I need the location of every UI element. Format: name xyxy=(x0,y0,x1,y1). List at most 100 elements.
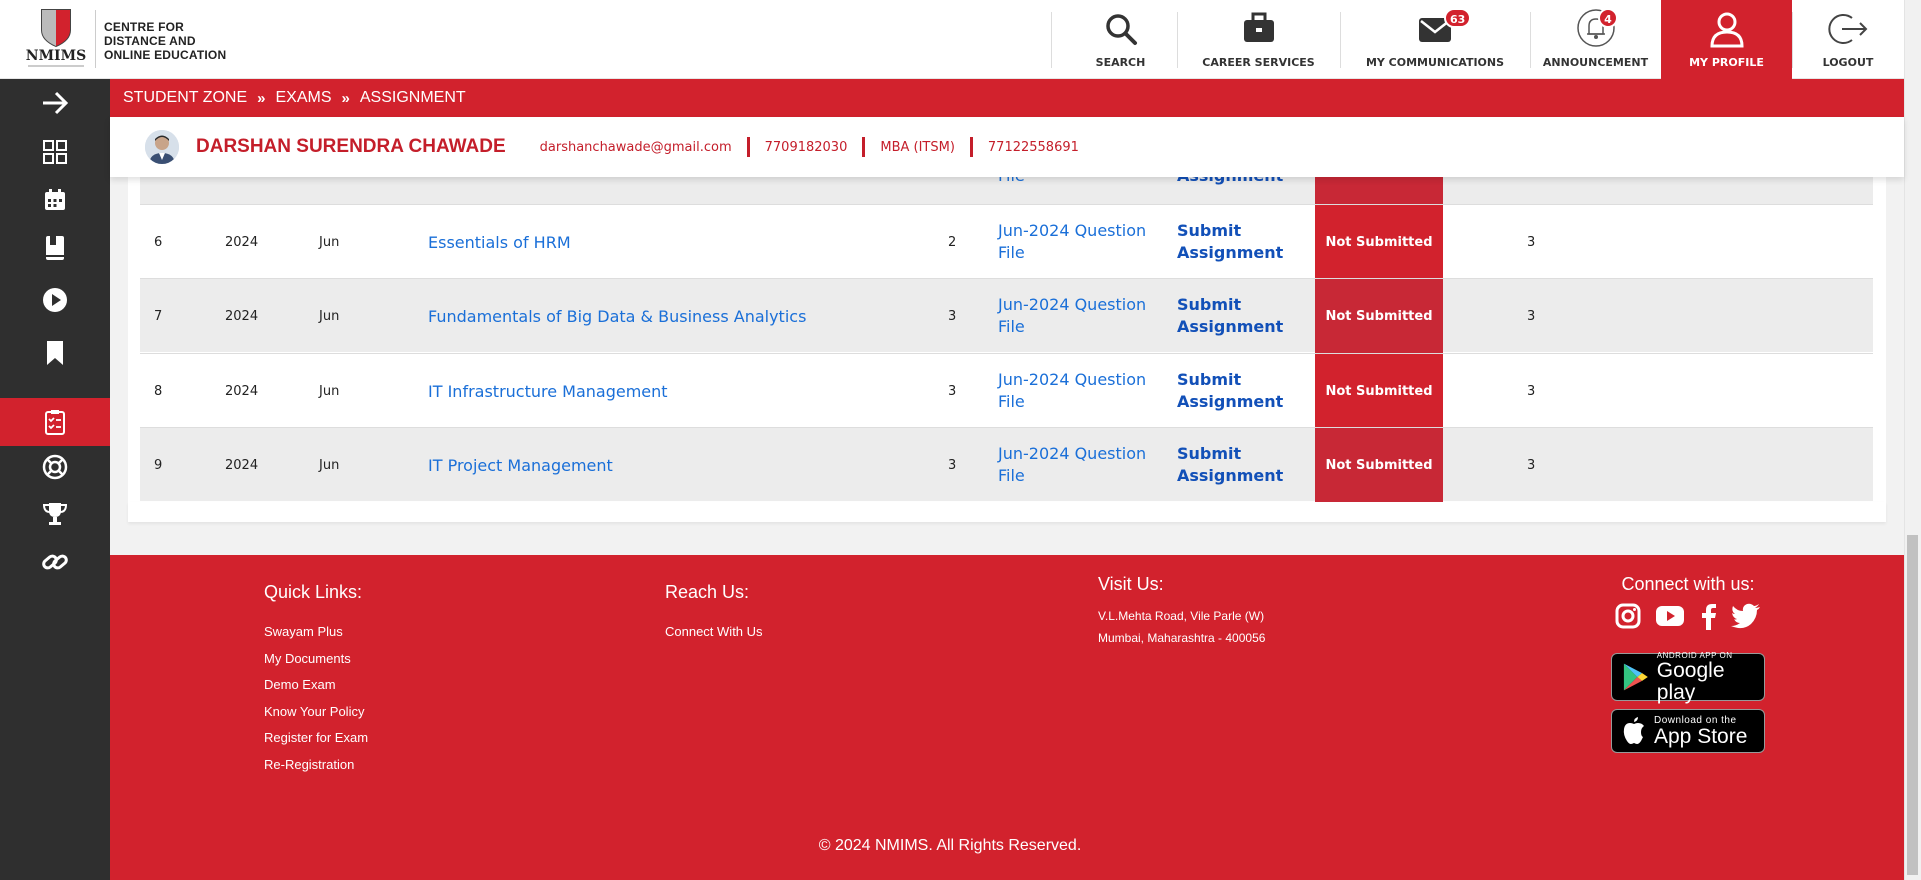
month-cell-wrap: Jun xyxy=(319,428,339,502)
semester-cell-wrap: 3 xyxy=(948,279,956,353)
question-file-link[interactable]: Jun-2024 Question File xyxy=(998,443,1148,487)
footer-link[interactable]: Demo Exam xyxy=(264,672,368,699)
status-badge: Not Submitted xyxy=(1315,205,1443,279)
sidebar-item-dashboard[interactable] xyxy=(0,128,110,176)
table-row: 7 2024 Jun Fundamentals of Big Data & Busin… xyxy=(140,278,1873,353)
nav-my-communications-label: MY COMMUNICATIONS xyxy=(1365,56,1505,69)
app-store-button[interactable]: Download on the App Store xyxy=(1611,709,1765,753)
nav-career-services[interactable]: CAREER SERVICES xyxy=(1177,0,1340,79)
student-program: MBA (ITSM) xyxy=(880,139,955,155)
communications-badge: 63 xyxy=(1444,8,1472,28)
subject-link-wrap: Essentials of HRM xyxy=(428,205,571,279)
subject-link[interactable]: Essentials of HRM xyxy=(428,233,571,252)
link-icon xyxy=(42,554,68,570)
sidebar-item-calendar[interactable] xyxy=(0,176,110,224)
student-sap-id: 77122558691 xyxy=(987,139,1079,155)
sidebar-item-support[interactable] xyxy=(0,443,110,491)
divider xyxy=(862,137,866,157)
top-header: NMIMS CENTRE FOR DISTANCE AND ONLINE EDU… xyxy=(0,0,1904,79)
submit-assignment-link[interactable]: Submit Assignment xyxy=(1177,443,1287,487)
nav-logout[interactable]: LOGOUT xyxy=(1792,0,1904,79)
student-name: DARSHAN SURENDRA CHAWADE xyxy=(196,136,506,157)
youtube-icon[interactable] xyxy=(1655,603,1685,629)
sidebar-toggle[interactable] xyxy=(0,79,110,127)
student-details: darshanchawade@gmail.com 7709182030 MBA … xyxy=(540,137,1079,157)
sidebar-item-courses[interactable] xyxy=(0,224,110,272)
submit-assignment-link[interactable]: Submit Assignment xyxy=(1177,369,1287,413)
month-cell: Jun xyxy=(319,457,340,473)
sidebar-item-achievements[interactable] xyxy=(0,490,110,538)
semester-cell: 3 xyxy=(948,308,957,324)
semester-cell: 3 xyxy=(948,457,957,473)
apple-icon xyxy=(1623,717,1644,744)
footer-visit-us: Visit Us: V.L.Mehta Road, Vile Parle (W)… xyxy=(1098,574,1265,649)
instagram-icon[interactable] xyxy=(1615,603,1641,629)
footer-address-line: V.L.Mehta Road, Vile Parle (W) xyxy=(1098,609,1265,623)
submit-assignment-link-wrap: Submit Assignment xyxy=(1177,354,1287,428)
sidebar-item-bookmarks[interactable] xyxy=(0,329,110,377)
subject-link[interactable]: Fundamentals of Big Data & Business Anal… xyxy=(428,307,806,326)
sidebar-item-videos[interactable] xyxy=(0,276,110,324)
attempts-cell-wrap: 3 xyxy=(1527,205,1535,279)
attempts-cell-wrap: 3 xyxy=(1527,354,1535,428)
subject-link-wrap: IT Infrastructure Management xyxy=(428,354,668,428)
sr-no-cell: 6 xyxy=(154,234,163,250)
status-badge: Not Submitted xyxy=(1315,428,1443,502)
breadcrumb-assignment[interactable]: ASSIGNMENT xyxy=(360,89,466,107)
submit-assignment-link[interactable]: Submit Assignment xyxy=(1177,294,1287,338)
nav-announcement[interactable]: 4 ANNOUNCEMENT xyxy=(1530,0,1661,79)
question-file-link-wrap: Jun-2024 Question File xyxy=(998,428,1148,502)
subject-link[interactable]: IT Project Management xyxy=(428,456,613,475)
footer-connect-link[interactable]: Connect With Us xyxy=(665,619,763,646)
divider xyxy=(969,137,973,157)
year-cell-wrap: 2024 xyxy=(225,428,258,502)
announcement-badge: 4 xyxy=(1598,8,1618,28)
nav-my-communications[interactable]: 63 MY COMMUNICATIONS xyxy=(1340,0,1530,79)
footer-link[interactable]: My Documents xyxy=(264,646,368,673)
google-play-button[interactable]: ANDROID APP ON Google play xyxy=(1611,651,1765,703)
scrollbar-thumb[interactable] xyxy=(1907,535,1918,875)
nav-my-profile[interactable]: MY PROFILE xyxy=(1661,0,1792,79)
briefcase-icon xyxy=(1242,12,1276,47)
attempts-cell-wrap: 3 xyxy=(1527,279,1535,353)
attempts-cell: 3 xyxy=(1527,234,1536,250)
submit-assignment-link[interactable]: Submit Assignment xyxy=(1177,220,1287,264)
attempts-cell: 3 xyxy=(1527,457,1536,473)
breadcrumb-exams[interactable]: EXAMS xyxy=(276,89,332,107)
question-file-link[interactable]: Jun-2024 Question File xyxy=(998,294,1148,338)
facebook-icon[interactable] xyxy=(1699,603,1717,631)
subject-link-wrap: IT Project Management xyxy=(428,428,613,502)
nmims-logo[interactable]: NMIMS xyxy=(20,6,92,72)
breadcrumb-student-zone[interactable]: STUDENT ZONE xyxy=(123,89,247,107)
table-row: 9 2024 Jun IT Project Management 3 Jun-2024 Q… xyxy=(140,427,1873,502)
sidebar-item-links[interactable] xyxy=(0,538,110,586)
twitter-icon[interactable] xyxy=(1731,603,1761,629)
footer-link[interactable]: Register for Exam xyxy=(264,725,368,752)
copyright: © 2024 NMIMS. All Rights Reserved. xyxy=(818,837,1082,854)
user-icon xyxy=(1709,12,1744,51)
year-cell-wrap: 2024 xyxy=(225,354,258,428)
nav-career-services-label: CAREER SERVICES xyxy=(1202,56,1315,69)
student-email: darshanchawade@gmail.com xyxy=(539,139,732,155)
subject-link[interactable]: IT Infrastructure Management xyxy=(428,382,668,401)
question-file-link[interactable]: Jun-2024 Question File xyxy=(998,369,1148,413)
app-store-text: App Store xyxy=(1654,724,1748,748)
footer-link[interactable]: Re-Registration xyxy=(264,752,368,779)
footer-connect-title: Connect with us: xyxy=(1621,574,1755,594)
semester-cell: 2 xyxy=(948,234,957,250)
footer-link[interactable]: Swayam Plus xyxy=(264,619,368,646)
subject-link-wrap: Fundamentals of Big Data & Business Anal… xyxy=(428,279,806,353)
table-panel-bottom xyxy=(128,502,1886,522)
question-file-link[interactable]: Jun-2024 Question File xyxy=(998,220,1148,264)
submit-assignment-link-wrap: Submit Assignment xyxy=(1177,279,1287,353)
logout-icon xyxy=(1828,12,1868,49)
nav-divider xyxy=(1051,12,1052,68)
lifebuoy-icon xyxy=(42,454,68,480)
nav-search[interactable]: SEARCH xyxy=(1064,0,1177,79)
search-icon xyxy=(1104,12,1138,49)
status-badge: Not Submitted xyxy=(1315,279,1443,353)
sidebar-item-assignments[interactable] xyxy=(0,398,110,446)
divider xyxy=(746,137,750,157)
footer-link[interactable]: Know Your Policy xyxy=(264,699,368,726)
year-cell: 2024 xyxy=(225,308,259,324)
